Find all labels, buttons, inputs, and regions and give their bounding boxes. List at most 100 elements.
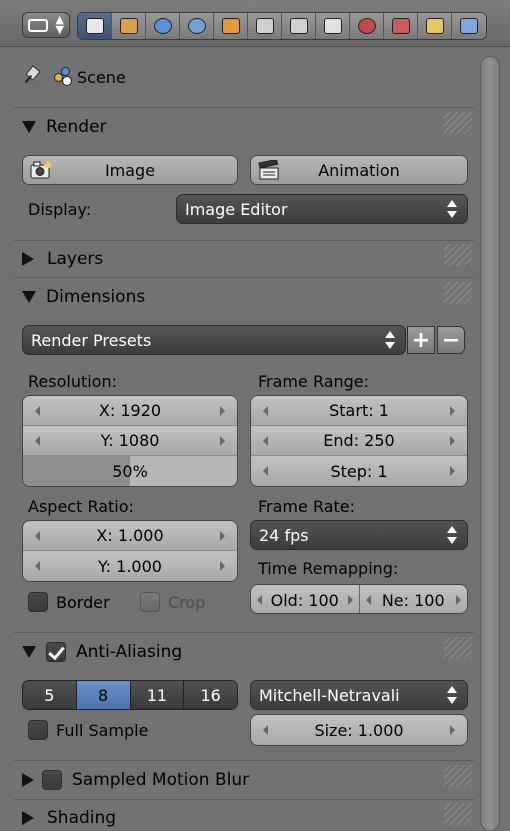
motion-blur-panel-header[interactable]: Sampled Motion Blur (22, 765, 249, 795)
checkbox-box[interactable] (28, 592, 48, 612)
shading-panel-header[interactable]: Shading (22, 803, 116, 831)
aa-sample-option[interactable]: 8 (76, 681, 131, 709)
aa-sample-option[interactable]: 11 (130, 681, 185, 709)
aa-sample-option[interactable]: 5 (23, 681, 77, 709)
tab-physics[interactable] (452, 13, 486, 39)
decrement-arrow-icon[interactable] (35, 436, 40, 446)
increment-arrow-icon[interactable] (347, 595, 353, 605)
decrement-arrow-icon[interactable] (35, 531, 40, 541)
panel-title: Anti-Aliasing (76, 642, 183, 662)
aa-filter-dropdown[interactable]: Mitchell-Netravali (250, 680, 468, 710)
resolution-percentage-slider[interactable]: 50% (23, 456, 237, 486)
remap-old-field[interactable]: Old: 100 (251, 585, 360, 613)
texture-icon (391, 18, 410, 34)
aspect-ratio-label: Aspect Ratio: (28, 497, 134, 516)
increment-arrow-icon[interactable] (456, 595, 461, 605)
frame-end-value: End: 250 (323, 431, 395, 450)
decrement-arrow-icon[interactable] (263, 725, 268, 735)
frame-start-field[interactable]: Start: 1 (251, 396, 467, 426)
render-presets-dropdown[interactable]: Render Presets (22, 325, 406, 355)
aa-size-value: Size: 1.000 (314, 720, 404, 740)
decrement-arrow-icon[interactable] (263, 406, 268, 416)
panel-drag-handle[interactable] (444, 112, 472, 134)
increment-arrow-icon[interactable] (450, 466, 455, 476)
aspect-y-field[interactable]: Y: 1.000 (23, 551, 237, 581)
increment-arrow-icon[interactable] (450, 436, 455, 446)
constraints-icon (255, 18, 274, 34)
plus-icon: + (411, 327, 431, 353)
antialiasing-enable-checkbox[interactable] (46, 642, 66, 662)
tab-texture[interactable] (384, 13, 418, 39)
crop-checkbox[interactable]: Crop (140, 592, 205, 612)
aa-size-field[interactable]: Size: 1.000 (251, 715, 467, 745)
motion-blur-enable-checkbox[interactable] (42, 770, 62, 790)
render-image-button[interactable]: Image (22, 155, 238, 185)
panel-title: Dimensions (46, 287, 146, 307)
object-icon (221, 18, 240, 34)
tab-render-layers[interactable] (112, 13, 146, 39)
tab-world[interactable] (180, 13, 214, 39)
material-icon (357, 18, 376, 34)
checkbox-box[interactable] (140, 592, 160, 612)
decrement-arrow-icon[interactable] (263, 466, 268, 476)
display-dropdown[interactable]: Image Editor (176, 194, 468, 224)
render-panel-header[interactable]: Render (22, 112, 107, 142)
tab-particles[interactable] (418, 13, 452, 39)
divider (14, 277, 474, 278)
panel-drag-handle[interactable] (444, 282, 472, 304)
checkbox-box[interactable] (28, 720, 48, 740)
updown-arrows-icon (447, 526, 457, 546)
tab-constraints[interactable] (248, 13, 282, 39)
scrollbar[interactable] (480, 56, 500, 831)
divider (14, 799, 474, 800)
increment-arrow-icon[interactable] (450, 725, 455, 735)
remove-preset-button[interactable]: − (437, 326, 465, 354)
divider (14, 632, 474, 633)
display-label: Display: (28, 200, 92, 219)
decrement-arrow-icon[interactable] (35, 561, 40, 571)
panel-drag-handle[interactable] (444, 637, 472, 659)
tab-render-camera[interactable] (78, 13, 112, 39)
increment-arrow-icon[interactable] (220, 406, 225, 416)
tab-data-mesh[interactable] (316, 13, 350, 39)
decrement-arrow-icon[interactable] (263, 436, 268, 446)
render-presets-value: Render Presets (31, 330, 152, 350)
layers-panel-header[interactable]: Layers (22, 244, 103, 274)
tab-modifiers-wrench[interactable] (282, 13, 316, 39)
increment-arrow-icon[interactable] (450, 406, 455, 416)
time-remapping-label: Time Remapping: (258, 559, 399, 578)
panel-drag-handle[interactable] (444, 765, 472, 787)
resolution-y-field[interactable]: Y: 1080 (23, 426, 237, 456)
frame-step-field[interactable]: Step: 1 (251, 456, 467, 486)
antialiasing-panel-header[interactable]: Anti-Aliasing (22, 637, 182, 667)
editor-type-selector[interactable]: ▲ ▼ (22, 12, 70, 38)
tab-material[interactable] (350, 13, 384, 39)
panel-drag-handle[interactable] (444, 244, 472, 266)
tab-scene[interactable] (146, 13, 180, 39)
border-label: Border (56, 592, 110, 612)
frame-end-field[interactable]: End: 250 (251, 426, 467, 456)
minus-icon: − (441, 327, 461, 353)
render-animation-button[interactable]: Animation (250, 155, 468, 185)
increment-arrow-icon[interactable] (220, 436, 225, 446)
resolution-x-field[interactable]: X: 1920 (23, 396, 237, 426)
increment-arrow-icon[interactable] (220, 561, 225, 571)
remap-new-value: Ne: 100 (381, 590, 445, 610)
full-sample-checkbox[interactable]: Full Sample (28, 720, 148, 740)
aspect-x-field[interactable]: X: 1.000 (23, 521, 237, 551)
aa-sample-option[interactable]: 16 (184, 681, 237, 709)
frame-rate-dropdown[interactable]: 24 fps (250, 520, 468, 550)
decrement-arrow-icon[interactable] (257, 595, 262, 605)
pin-icon[interactable] (22, 67, 42, 87)
tab-object[interactable] (214, 13, 248, 39)
dimensions-panel-header[interactable]: Dimensions (22, 282, 145, 312)
resolution-x-value: X: 1920 (98, 401, 162, 420)
aa-size-field-wrap: Size: 1.000 (250, 714, 468, 746)
decrement-arrow-icon[interactable] (35, 406, 40, 416)
add-preset-button[interactable]: + (407, 326, 435, 354)
remap-new-field[interactable]: Ne: 100 (359, 585, 467, 613)
decrement-arrow-icon[interactable] (365, 595, 371, 605)
increment-arrow-icon[interactable] (220, 531, 225, 541)
panel-drag-handle[interactable] (444, 803, 472, 825)
border-checkbox[interactable]: Border (28, 592, 110, 612)
